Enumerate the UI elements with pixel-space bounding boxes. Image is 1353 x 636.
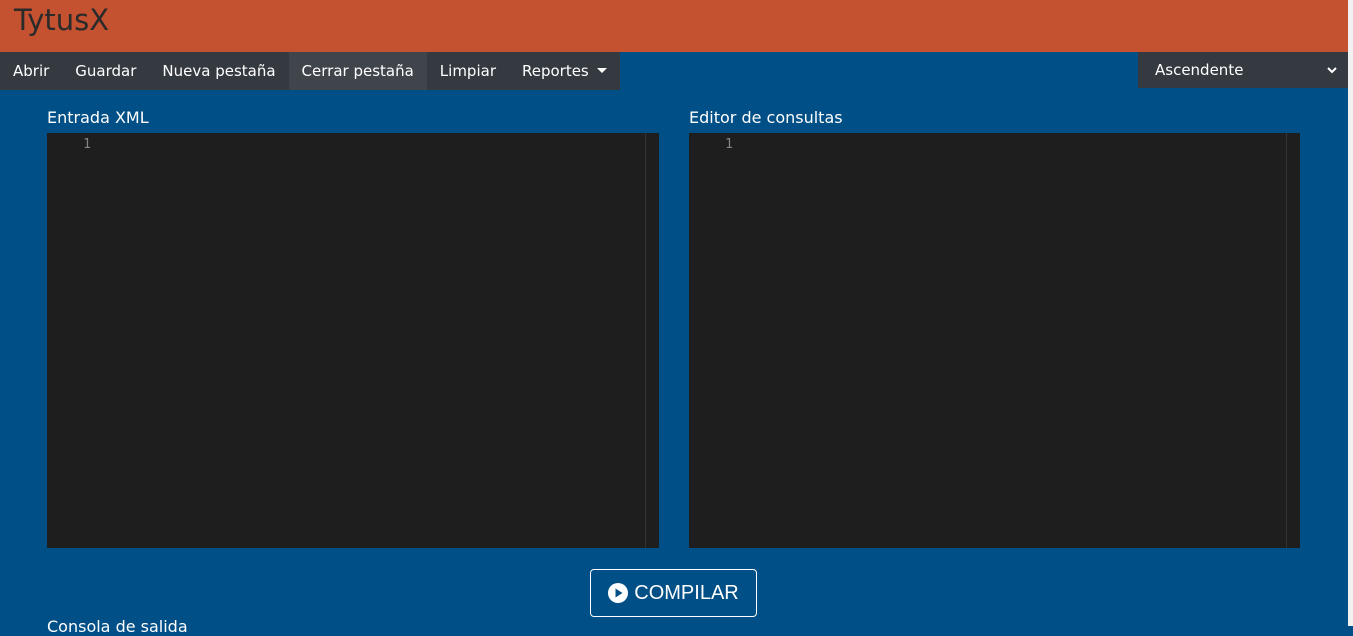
xml-editor[interactable]: 1 <box>47 133 659 548</box>
new-tab-button-label: Nueva pestaña <box>162 62 276 80</box>
open-button[interactable]: Abrir <box>0 52 63 90</box>
page-scrollbar[interactable] <box>1348 0 1353 626</box>
app-title: TytusX <box>14 3 110 37</box>
clear-button[interactable]: Limpiar <box>426 52 509 90</box>
close-tab-button[interactable]: Cerrar pestaña <box>288 52 427 90</box>
query-editor[interactable]: 1 <box>689 133 1300 548</box>
play-circle-icon <box>608 583 629 603</box>
close-tab-button-label: Cerrar pestaña <box>301 62 414 80</box>
query-editor-scrollbar[interactable] <box>1286 133 1300 548</box>
toolbar: Abrir Guardar Nueva pestaña Cerrar pesta… <box>0 52 620 90</box>
order-select-value: Ascendente <box>1155 61 1244 79</box>
save-button[interactable]: Guardar <box>62 52 150 90</box>
xml-editor-label: Entrada XML <box>47 108 149 127</box>
new-tab-button[interactable]: Nueva pestaña <box>149 52 289 90</box>
line-number: 1 <box>725 137 733 152</box>
open-button-label: Abrir <box>13 62 50 80</box>
caret-down-icon <box>596 67 607 73</box>
reports-dropdown-label: Reportes <box>521 62 589 80</box>
chevron-down-icon <box>1327 67 1337 74</box>
app-header: TytusX <box>0 0 1353 52</box>
compile-button[interactable]: COMPILAR <box>590 569 757 617</box>
reports-dropdown[interactable]: Reportes <box>508 52 620 90</box>
compile-button-label: COMPILAR <box>634 581 739 604</box>
output-console-label: Consola de salida <box>47 617 188 636</box>
line-number: 1 <box>83 137 91 152</box>
order-select[interactable]: Ascendente <box>1138 52 1348 88</box>
query-editor-label: Editor de consultas <box>689 108 843 127</box>
xml-editor-scrollbar[interactable] <box>645 133 659 548</box>
save-button-label: Guardar <box>75 62 137 80</box>
clear-button-label: Limpiar <box>439 62 496 80</box>
